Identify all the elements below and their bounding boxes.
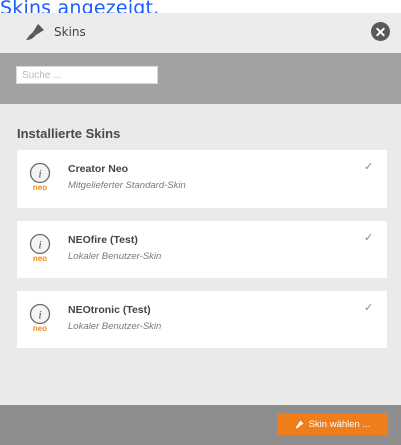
section-title-installed-skins: Installierte Skins [17, 126, 121, 141]
svg-text:i: i [38, 308, 41, 322]
dialog-footer: Skin wählen ... [0, 405, 401, 445]
choose-skin-button[interactable]: Skin wählen ... [277, 413, 388, 435]
paint-brush-icon [295, 419, 304, 429]
search-input[interactable] [16, 66, 158, 84]
choose-skin-label: Skin wählen ... [308, 418, 371, 430]
checkmark-icon: ✓ [364, 301, 374, 314]
skin-item-creator-neo[interactable]: i neo Creator Neo Mitgelieferter Standar… [17, 150, 387, 208]
neo-logo-icon: i neo [29, 303, 51, 333]
skin-name: NEOfire (Test) [68, 234, 138, 246]
neo-logo-icon: i neo [29, 162, 51, 192]
neo-logo-icon: i neo [29, 233, 51, 263]
paint-brush-icon [26, 24, 44, 40]
svg-text:i: i [38, 238, 41, 252]
skin-name: NEOtronic (Test) [68, 304, 151, 316]
search-bar [0, 53, 401, 104]
svg-text:neo: neo [33, 183, 47, 192]
skin-item-neotronic[interactable]: i neo NEOtronic (Test) Lokaler Benutzer-… [17, 291, 387, 348]
checkmark-icon: ✓ [364, 160, 374, 173]
checkmark-icon: ✓ [364, 231, 374, 244]
skin-description: Mitgelieferter Standard-Skin [68, 180, 186, 191]
close-icon[interactable] [371, 22, 390, 41]
skin-list: i neo Creator Neo Mitgelieferter Standar… [17, 150, 387, 361]
skin-name: Creator Neo [68, 163, 129, 175]
dialog-header: Skins [0, 13, 401, 53]
skin-description: Lokaler Benutzer-Skin [68, 321, 162, 332]
svg-text:neo: neo [33, 324, 47, 333]
svg-text:neo: neo [33, 254, 47, 263]
skin-item-neofire[interactable]: i neo NEOfire (Test) Lokaler Benutzer-Sk… [17, 221, 387, 278]
skins-dialog: Skins Installierte Skins i neo Creator N… [0, 13, 401, 445]
skin-description: Lokaler Benutzer-Skin [68, 251, 162, 262]
svg-text:i: i [38, 167, 41, 181]
dialog-title: Skins [54, 25, 86, 39]
